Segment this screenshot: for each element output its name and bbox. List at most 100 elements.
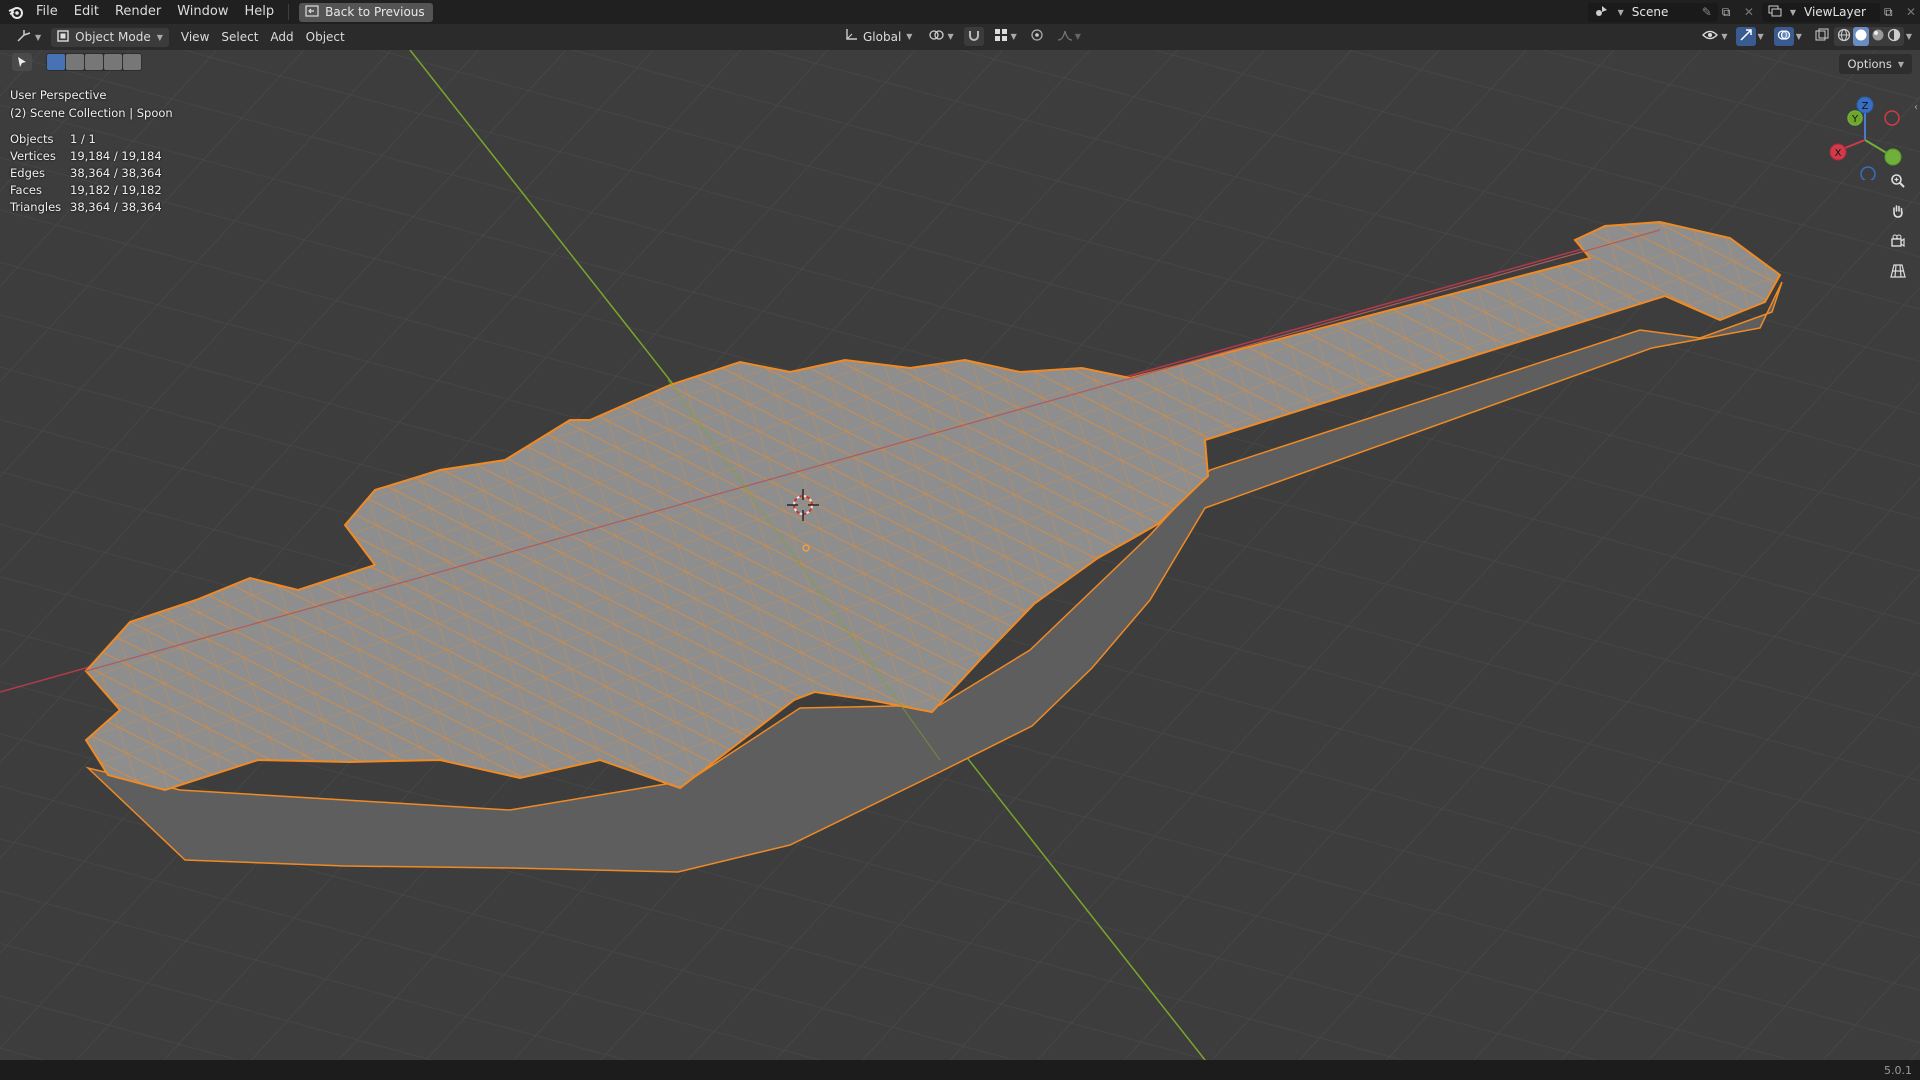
menu-window[interactable]: Window	[169, 0, 236, 24]
stat-row: Edges 38,364 / 38,364	[10, 165, 162, 182]
separator	[288, 4, 290, 20]
snap-toggle[interactable]	[963, 27, 984, 46]
camera-view-icon[interactable]	[1886, 229, 1910, 253]
chevron-down-icon: ▼	[1617, 7, 1624, 17]
version-label: 5.0.1	[1884, 1064, 1912, 1077]
perspective-label: User Perspective	[10, 88, 107, 102]
scene-icon	[1594, 4, 1610, 21]
falloff-selector[interactable]: ▼	[1051, 27, 1087, 46]
menu-render[interactable]: Render	[107, 0, 169, 24]
solid-shading-icon[interactable]	[1852, 27, 1869, 46]
back-to-previous-button[interactable]: Back to Previous	[299, 2, 433, 22]
collection-label: (2) Scene Collection | Spoon	[10, 106, 173, 120]
select-new-icon[interactable]	[47, 54, 65, 70]
overlays-icon	[1777, 28, 1791, 45]
header-right-tools: ▼ ▼ ▼ ▼	[1696, 27, 1912, 46]
chevron-down-icon: ▼	[156, 32, 163, 42]
orientation-icon	[844, 28, 858, 45]
delete-viewlayer-icon[interactable]: ✕	[1906, 5, 1920, 19]
editor-type-button[interactable]: ▼	[10, 28, 47, 47]
mode-label: Object Mode	[75, 30, 151, 44]
wireframe-shading-icon[interactable]	[1837, 28, 1851, 45]
back-to-previous-label: Back to Previous	[325, 5, 425, 19]
material-shading-icon[interactable]	[1871, 28, 1885, 45]
menu-select[interactable]: Select	[215, 28, 264, 47]
chevron-down-icon[interactable]: ▼	[1796, 32, 1802, 41]
scene-selector[interactable]: ▼ Scene ✎	[1587, 2, 1718, 22]
falloff-curve-icon	[1057, 29, 1073, 44]
perspective-toggle-icon[interactable]	[1886, 259, 1910, 283]
stat-value: 38,364 / 38,364	[70, 200, 162, 214]
delete-scene-icon[interactable]: ✕	[1744, 5, 1758, 19]
selection-mode-group	[46, 53, 142, 71]
sidebar-toggle-icon[interactable]: ‹	[1914, 102, 1918, 113]
stat-label: Faces	[10, 183, 42, 197]
scene-name: Scene	[1631, 5, 1669, 19]
viewlayer-name: ViewLayer	[1804, 5, 1866, 19]
stat-label: Vertices	[10, 149, 56, 163]
menu-add[interactable]: Add	[264, 28, 299, 47]
transform-orientation-selector[interactable]: Global ▼	[838, 27, 918, 46]
navigation-gizmo[interactable]: Z Y X	[1820, 90, 1910, 180]
chevron-down-icon[interactable]: ▼	[1758, 32, 1764, 41]
scene-statistics: Objects 1 / 1 Vertices 19,184 / 19,184 Edg…	[10, 131, 162, 216]
eye-icon	[1702, 29, 1719, 44]
proportional-icon	[1030, 28, 1044, 45]
blender-logo-icon[interactable]	[4, 0, 28, 24]
3d-viewport[interactable]: Z Y X	[0, 50, 1920, 1060]
object-mode-icon	[57, 29, 69, 45]
pin-icon[interactable]: ✎	[1702, 5, 1712, 19]
pan-hand-icon[interactable]	[1886, 199, 1910, 223]
select-extend-icon[interactable]	[66, 54, 84, 70]
gizmo-arrow-icon	[1739, 28, 1753, 45]
menu-help[interactable]: Help	[237, 0, 283, 24]
chevron-down-icon: ▼	[947, 32, 954, 41]
select-intersect-icon[interactable]	[123, 54, 141, 70]
tool-header	[12, 53, 142, 71]
proportional-editing-toggle[interactable]	[1027, 27, 1047, 46]
shading-buttons	[1833, 27, 1904, 46]
select-tool-button[interactable]	[12, 53, 32, 71]
viewlayer-selector[interactable]: ▼ ViewLayer	[1761, 2, 1880, 22]
viewport-scene	[0, 50, 1920, 1060]
rendered-shading-icon[interactable]	[1887, 28, 1901, 45]
overlays-toggle[interactable]	[1773, 27, 1794, 46]
menu-object[interactable]: Object	[300, 28, 351, 47]
stat-row: Objects 1 / 1	[10, 131, 162, 148]
menu-view[interactable]: View	[175, 28, 215, 47]
options-dropdown[interactable]: Options ▼	[1839, 54, 1912, 74]
mode-selector[interactable]: Object Mode ▼	[51, 27, 169, 47]
gizmo-y-label: Y	[1851, 114, 1859, 125]
magnet-icon	[967, 28, 981, 45]
chevron-down-icon[interactable]: ▼	[1906, 32, 1912, 41]
editor-type-icon	[16, 29, 32, 46]
visibility-selector[interactable]: ▼	[1696, 27, 1733, 46]
gizmo-toggle[interactable]	[1735, 27, 1756, 46]
snap-target-selector[interactable]: ▼	[988, 27, 1023, 46]
xray-toggle[interactable]	[1812, 27, 1832, 46]
select-subtract-icon[interactable]	[85, 54, 103, 70]
snap-grid-icon	[994, 28, 1008, 45]
gizmo-x-label: X	[1835, 148, 1842, 159]
select-difference-icon[interactable]	[104, 54, 122, 70]
new-scene-icon[interactable]: ⧉	[1722, 5, 1740, 20]
menu-edit[interactable]: Edit	[66, 0, 107, 24]
viewport-header: ▼ Object Mode ▼ View Select Add Object G…	[0, 24, 1920, 50]
stat-label: Triangles	[10, 200, 62, 214]
chevron-down-icon: ▼	[906, 32, 913, 41]
top-bar: File Edit Render Window Help Back to Pre…	[0, 0, 1920, 24]
gizmo-z-label: Z	[1862, 101, 1869, 112]
chevron-down-icon: ▼	[1010, 32, 1017, 41]
stat-row: Vertices 19,184 / 19,184	[10, 148, 162, 165]
new-viewlayer-icon[interactable]: ⧉	[1884, 5, 1902, 20]
options-label: Options	[1847, 57, 1892, 71]
chevron-down-icon: ▼	[1789, 7, 1796, 17]
viewport-info: User Perspective (2) Scene Collection | …	[10, 86, 173, 122]
stat-label: Edges	[10, 166, 45, 180]
pivot-point-selector[interactable]: ▼	[922, 27, 959, 46]
pivot-icon	[928, 28, 945, 45]
menu-file[interactable]: File	[28, 0, 66, 24]
stat-value: 38,364 / 38,364	[70, 166, 162, 180]
zoom-icon[interactable]	[1886, 169, 1910, 193]
stat-row: Faces 19,182 / 19,182	[10, 182, 162, 199]
